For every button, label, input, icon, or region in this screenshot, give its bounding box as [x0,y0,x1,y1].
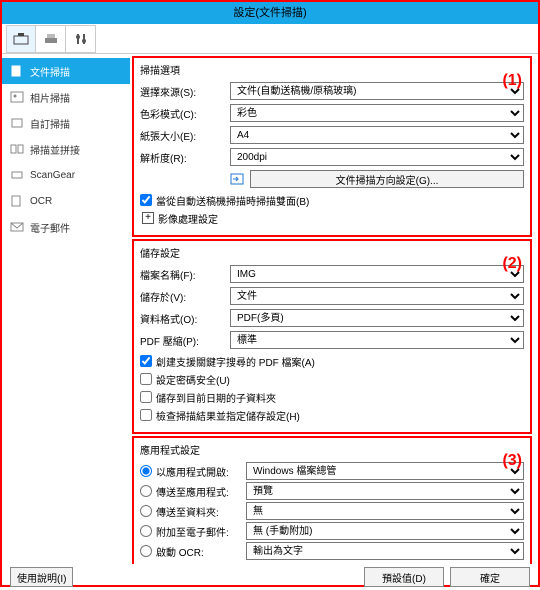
ocr-icon [10,195,24,207]
savein-label: 儲存於(V): [140,289,230,304]
pdf-keywords-label: 創建支援關鍵字搜尋的 PDF 檔案(A) [156,354,315,369]
sidebar-item-document-scan[interactable]: 文件掃描 [2,58,130,84]
tab-scan-icon[interactable] [6,25,36,53]
orientation-settings-button[interactable]: 文件掃描方向設定(G)... [250,170,524,188]
filename-label: 檔案名稱(F): [140,267,230,282]
tab-tools-icon[interactable] [66,25,96,53]
duplex-label: 當從自動送稿機掃描時掃描雙面(B) [156,193,309,208]
duplex-checkbox[interactable] [140,194,152,206]
panel-title: 掃描選項 [140,62,524,77]
sidebar-item-stitch-scan[interactable]: 掃描並拼接 [2,136,130,162]
sidebar-item-ocr[interactable]: OCR [2,188,130,214]
stitch-icon [10,143,24,155]
open-with-select[interactable]: Windows 檔案總管 [246,462,524,480]
pdf-keywords-checkbox[interactable] [140,355,152,367]
password-label: 設定密碼安全(U) [156,372,230,387]
panel-number: (3) [502,452,522,470]
sidebar-label: ScanGear [30,170,75,181]
password-checkbox[interactable] [140,373,152,385]
custom-icon [10,117,24,129]
mail-icon [10,221,24,233]
scan-options-panel: (1) 掃描選項 選擇來源(S):文件(自動送稿機/原稿玻璃) 色彩模式(C):… [132,56,532,237]
send-folder-select[interactable]: 無 [246,502,524,520]
paper-label: 紙張大小(E): [140,128,230,143]
app-settings-panel: (3) 應用程式設定 以應用程式開啟: Windows 檔案總管 傳送至應用程式:… [132,436,532,564]
filename-select[interactable]: IMG [230,265,524,283]
send-folder-radio[interactable] [140,505,152,517]
send-app-select[interactable]: 預覽 [246,482,524,500]
expand-image-processing[interactable]: + [142,212,154,224]
help-button[interactable]: 使用說明(I) [10,567,73,587]
panel-title: 儲存設定 [140,245,524,260]
resolution-label: 解析度(R): [140,150,230,165]
format-select[interactable]: PDF(多頁) [230,309,524,327]
start-ocr-label: 啟動 OCR: [156,544,242,559]
date-folder-checkbox[interactable] [140,391,152,403]
open-with-label: 以應用程式開啟: [156,464,242,479]
paper-select[interactable]: A4 [230,126,524,144]
save-settings-panel: (2) 儲存設定 檔案名稱(F):IMG 儲存於(V):文件 資料格式(O):P… [132,239,532,434]
scangear-icon [10,169,24,181]
panel-title: 應用程式設定 [140,442,524,457]
format-label: 資料格式(O): [140,311,230,326]
panel-number: (1) [502,72,522,90]
no-app-label: 不啟動任何應用程式 [156,564,246,565]
compress-select[interactable]: 標準 [230,331,524,349]
window-title: 設定(文件掃描) [2,2,538,24]
sidebar-label: 自訂掃描 [30,116,70,131]
panel-number: (2) [502,255,522,273]
attach-email-radio[interactable] [140,525,152,537]
send-folder-label: 傳送至資料夾: [156,504,242,519]
dialog-window: 設定(文件掃描) 文件掃描 相片掃描 自訂掃描 掃描並拼接 ScanGear O… [0,0,540,587]
verify-checkbox[interactable] [140,409,152,421]
sidebar-label: 相片掃描 [30,90,70,105]
sidebar-label: 文件掃描 [30,64,70,79]
top-toolbar [2,24,538,54]
color-label: 色彩模式(C): [140,106,230,121]
open-with-radio[interactable] [140,465,152,477]
sidebar-label: 掃描並拼接 [30,142,80,157]
sidebar-item-custom-scan[interactable]: 自訂掃描 [2,110,130,136]
attach-email-label: 附加至電子郵件: [156,524,242,539]
date-folder-label: 儲存到目前日期的子資料夾 [156,390,276,405]
send-app-label: 傳送至應用程式: [156,484,242,499]
verify-label: 檢查掃描結果並指定儲存設定(H) [156,408,300,423]
source-label: 選擇來源(S): [140,84,230,99]
image-processing-label: 影像處理設定 [158,211,218,226]
compress-label: PDF 壓縮(P): [140,333,230,348]
sidebar-item-scangear[interactable]: ScanGear [2,162,130,188]
sidebar-label: 電子郵件 [30,220,70,235]
start-ocr-radio[interactable] [140,545,152,557]
orientation-icon [230,171,246,187]
savein-select[interactable]: 文件 [230,287,524,305]
start-ocr-select[interactable]: 輸出為文字 [246,542,524,560]
source-select[interactable]: 文件(自動送稿機/原稿玻璃) [230,82,524,100]
sidebar: 文件掃描 相片掃描 自訂掃描 掃描並拼接 ScanGear OCR 電子郵件 [2,54,130,564]
doc-icon [10,65,24,77]
sidebar-item-email[interactable]: 電子郵件 [2,214,130,240]
send-app-radio[interactable] [140,485,152,497]
resolution-select[interactable]: 200dpi [230,148,524,166]
defaults-button[interactable]: 預設值(D) [364,567,444,587]
sidebar-label: OCR [30,196,52,207]
attach-email-select[interactable]: 無 (手動附加) [246,522,524,540]
bottom-bar: 使用說明(I) 預設值(D) 確定 [2,564,538,590]
tab-printer-icon[interactable] [36,25,66,53]
photo-icon [10,91,24,103]
sidebar-item-photo-scan[interactable]: 相片掃描 [2,84,130,110]
ok-button[interactable]: 確定 [450,567,530,587]
color-select[interactable]: 彩色 [230,104,524,122]
